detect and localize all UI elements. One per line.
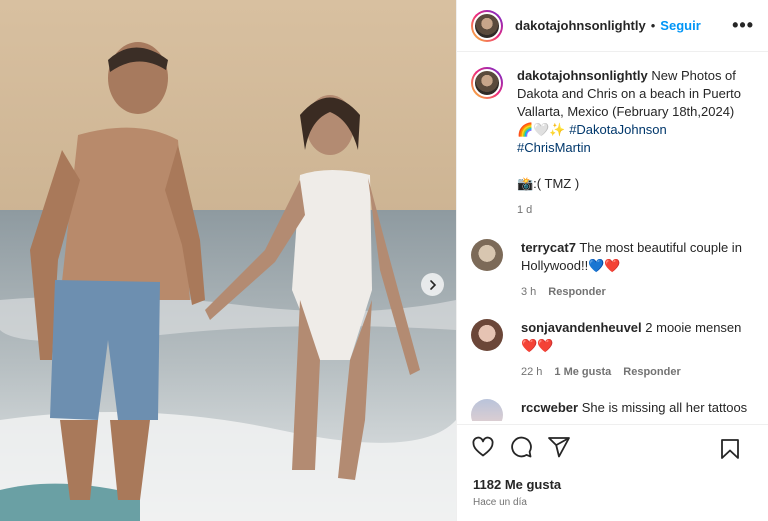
post-header: dakotajohnsonlightly • Seguir ••• <box>457 0 768 52</box>
more-icon[interactable]: ••• <box>732 16 754 34</box>
comment-item: terrycat7 The most beautiful couple in H… <box>471 239 752 301</box>
next-photo-button[interactable] <box>421 273 444 296</box>
caption-time: 1 d <box>517 204 533 216</box>
chevron-right-icon <box>429 279 436 290</box>
avatar[interactable] <box>471 9 503 42</box>
hashtag-link[interactable]: #ChrisMartin <box>517 140 591 155</box>
comment-icon[interactable] <box>509 435 533 459</box>
comment-time: 3 h <box>521 286 537 298</box>
likes-count[interactable]: 1182 Me gusta <box>473 477 561 492</box>
caption-credit: 📸:( TMZ ) <box>517 176 580 191</box>
share-icon[interactable] <box>547 435 571 459</box>
comments-list[interactable]: dakotajohnsonlightly New Photos of Dakot… <box>457 53 768 421</box>
comment-item: rccweber She is missing all her tattoos <box>471 399 752 421</box>
beach-photo <box>0 0 456 521</box>
comment-time: 22 h <box>521 366 543 378</box>
comment-avatar[interactable] <box>471 239 503 271</box>
caption-emoji: 🌈🤍✨ <box>517 122 566 137</box>
header-username[interactable]: dakotajohnsonlightly <box>515 18 646 33</box>
comment-avatar[interactable] <box>471 399 503 421</box>
comment-item: sonjavandenheuvel 2 mooie mensen❤️❤️ 22 … <box>471 319 752 381</box>
comment-username[interactable]: rccweber <box>521 400 578 415</box>
post-side-panel: dakotajohnsonlightly • Seguir ••• dakota… <box>456 0 768 521</box>
separator-dot: • <box>650 18 656 33</box>
comment-text: She is missing all her tattoos <box>581 400 748 415</box>
post-actions <box>457 424 768 472</box>
reply-button[interactable]: Responder <box>548 283 605 301</box>
post-photo[interactable] <box>0 0 456 521</box>
heart-icon[interactable] <box>471 435 495 459</box>
comment-username[interactable]: terrycat7 <box>521 240 576 255</box>
comment-avatar[interactable] <box>471 319 503 351</box>
caption: dakotajohnsonlightly New Photos of Dakot… <box>471 67 752 219</box>
caption-avatar[interactable] <box>471 67 503 99</box>
hashtag-link[interactable]: #DakotaJohnson <box>569 122 667 137</box>
comment-likes[interactable]: 1 Me gusta <box>554 363 611 381</box>
post-age: Hace un día <box>473 497 527 508</box>
reply-button[interactable]: Responder <box>623 363 680 381</box>
caption-username[interactable]: dakotajohnsonlightly <box>517 68 648 83</box>
bookmark-icon[interactable] <box>718 437 742 461</box>
post-modal: dakotajohnsonlightly • Seguir ••• dakota… <box>0 0 768 521</box>
comment-username[interactable]: sonjavandenheuvel <box>521 320 642 335</box>
follow-button[interactable]: Seguir <box>660 18 700 33</box>
